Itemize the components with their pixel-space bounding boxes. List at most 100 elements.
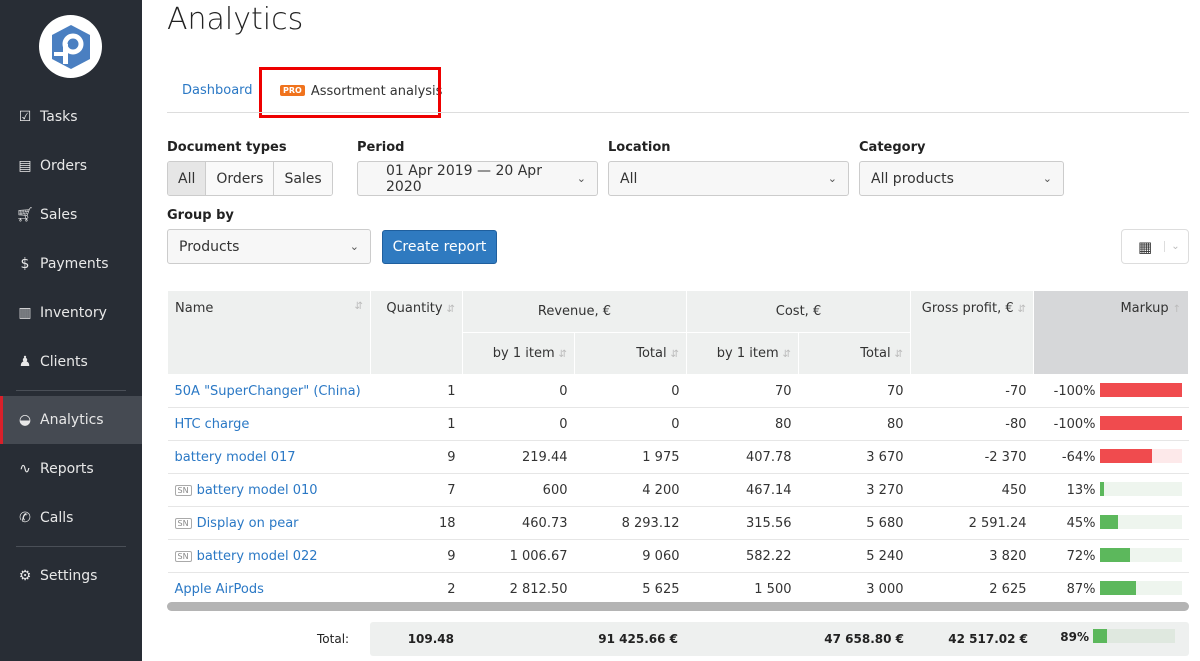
- period-select[interactable]: 01 Apr 2019 — 20 Apr 2020 ⌄: [357, 161, 598, 196]
- revenue-by-item-cell: 2 812.50: [462, 572, 575, 606]
- sidebar-item-tasks[interactable]: ☑ Tasks: [0, 93, 142, 141]
- markup-value: -100%: [1053, 384, 1096, 399]
- category-select[interactable]: All products ⌄: [859, 161, 1064, 196]
- col-cost-by-item[interactable]: by 1 item ⇵: [686, 332, 799, 375]
- markup-value: -100%: [1053, 417, 1096, 432]
- sidebar-item-analytics[interactable]: ◒ Analytics: [0, 396, 142, 444]
- markup-bar: [1099, 383, 1182, 397]
- sidebar-item-reports[interactable]: ∿ Reports: [0, 445, 142, 493]
- chevron-down-icon: ⌄: [349, 240, 359, 253]
- cost-by-item-cell: 1 500: [686, 572, 799, 606]
- col-revenue-by-item[interactable]: by 1 item ⇵: [462, 332, 575, 375]
- app-logo[interactable]: [39, 15, 102, 78]
- cost-total-cell: 70: [798, 374, 911, 408]
- sidebar-item-settings[interactable]: ⚙ Settings: [0, 552, 142, 600]
- sidebar: ☑ Tasks ▤ Orders 🛒︎ Sales $ Payments ▥ Inventory ♟…: [0, 0, 142, 661]
- group-by-select[interactable]: Products ⌄: [167, 229, 371, 264]
- quantity-cell: 18: [370, 506, 463, 540]
- revenue-total-cell: 4 200: [574, 473, 687, 507]
- markup-cell: 45%: [1033, 506, 1189, 540]
- sidebar-item-label: Orders: [40, 158, 88, 174]
- product-name-link[interactable]: SN battery model 010: [167, 473, 371, 507]
- chevron-down-icon[interactable]: ⌄: [1164, 241, 1180, 252]
- location-select[interactable]: All ⌄: [608, 161, 849, 196]
- inbox-tray-icon: ▤: [18, 158, 32, 174]
- table-row: HTC charge 1 0 0 80 80 -80 -100%: [167, 407, 1189, 441]
- quantity-cell: 7: [370, 473, 463, 507]
- sidebar-item-clients[interactable]: ♟ Clients: [0, 338, 142, 386]
- cost-total-cell: 3 270: [798, 473, 911, 507]
- product-name-link[interactable]: HTC charge: [167, 407, 371, 441]
- sidebar-item-label: Calls: [40, 510, 74, 526]
- doc-type-orders[interactable]: Orders: [206, 162, 275, 195]
- col-markup[interactable]: Markup ↑: [1033, 290, 1189, 375]
- revenue-total-cell: 1 975: [574, 440, 687, 474]
- doc-type-sales[interactable]: Sales: [274, 162, 332, 195]
- doc-type-all[interactable]: All: [168, 162, 207, 195]
- sidebar-item-label: Analytics: [40, 412, 104, 428]
- product-name-link[interactable]: 50A "SuperChanger" (China): [167, 374, 371, 408]
- markup-bar: [1099, 449, 1182, 463]
- sidebar-item-orders[interactable]: ▤ Orders: [0, 142, 142, 190]
- category-value: All products: [871, 170, 954, 187]
- gear-icon: ⚙: [18, 568, 32, 584]
- col-gross-profit[interactable]: Gross profit, € ⇵: [910, 290, 1034, 375]
- col-cost-total[interactable]: Total ⇵: [798, 332, 911, 375]
- markup-value: 45%: [1066, 516, 1096, 531]
- highlight-box: [259, 67, 441, 118]
- cart-icon: 🛒︎: [16, 207, 34, 223]
- gross-profit-cell: 2 591.24: [910, 506, 1034, 540]
- markup-cell: -100%: [1033, 407, 1189, 441]
- product-name-link[interactable]: SN Display on pear: [167, 506, 371, 540]
- revenue-total-cell: 0: [574, 407, 687, 441]
- total-markup: 89%: [1047, 629, 1175, 644]
- nav-divider: [16, 390, 126, 391]
- product-name: 50A "SuperChanger" (China): [174, 383, 361, 399]
- quantity-cell: 1: [370, 374, 463, 408]
- tab-dashboard[interactable]: Dashboard: [182, 83, 253, 98]
- revenue-by-item-cell: 0: [462, 374, 575, 408]
- product-name-link[interactable]: SN battery model 022: [167, 539, 371, 573]
- user-icon: ♟: [18, 354, 32, 370]
- sidebar-item-payments[interactable]: $ Payments: [0, 240, 142, 288]
- sidebar-item-label: Payments: [40, 256, 109, 272]
- product-name-link[interactable]: Apple AirPods: [167, 572, 371, 606]
- quantity-cell: 1: [370, 407, 463, 441]
- sidebar-item-label: Sales: [40, 207, 78, 223]
- total-revenue: 91 425.66 €: [598, 632, 678, 646]
- gross-profit-cell: 450: [910, 473, 1034, 507]
- markup-cell: 72%: [1033, 539, 1189, 573]
- product-name: Display on pear: [196, 515, 299, 531]
- gross-profit-cell: 3 820: [910, 539, 1034, 573]
- horizontal-scrollbar[interactable]: [167, 602, 1189, 611]
- table-row: 50A "SuperChanger" (China) 1 0 0 70 70 -…: [167, 374, 1189, 408]
- quantity-cell: 9: [370, 539, 463, 573]
- col-quantity[interactable]: Quantity ⇵: [370, 290, 463, 375]
- group-by-value: Products: [179, 238, 240, 255]
- markup-cell: 13%: [1033, 473, 1189, 507]
- page-title: Analytics: [167, 2, 304, 37]
- dollar-circle-icon: $: [20, 256, 30, 272]
- product-name-link[interactable]: battery model 017: [167, 440, 371, 474]
- document-types-label: Document types: [167, 140, 287, 155]
- table-view-button[interactable]: ▦ ⌄: [1121, 229, 1189, 264]
- sidebar-item-calls[interactable]: ✆ Calls: [0, 494, 142, 542]
- sidebar-item-sales[interactable]: 🛒︎ Sales: [0, 191, 142, 239]
- product-name: battery model 010: [196, 482, 318, 498]
- product-name: battery model 022: [196, 548, 318, 564]
- create-report-button[interactable]: Create report: [382, 230, 497, 264]
- sidebar-item-label: Settings: [40, 568, 98, 584]
- document-types-toggle: All Orders Sales: [167, 161, 333, 196]
- serial-number-badge: SN: [174, 550, 192, 562]
- sidebar-item-label: Reports: [40, 461, 94, 477]
- total-cost: 47 658.80 €: [824, 632, 904, 646]
- col-name[interactable]: Name ⇵: [167, 290, 371, 375]
- col-revenue-total[interactable]: Total ⇵: [574, 332, 687, 375]
- markup-bar: [1099, 548, 1182, 562]
- period-label: Period: [357, 140, 405, 155]
- markup-bar: [1099, 581, 1182, 595]
- nav-divider: [16, 546, 126, 547]
- location-label: Location: [608, 140, 671, 155]
- sidebar-item-inventory[interactable]: ▥ Inventory: [0, 289, 142, 337]
- cost-total-cell: 5 240: [798, 539, 911, 573]
